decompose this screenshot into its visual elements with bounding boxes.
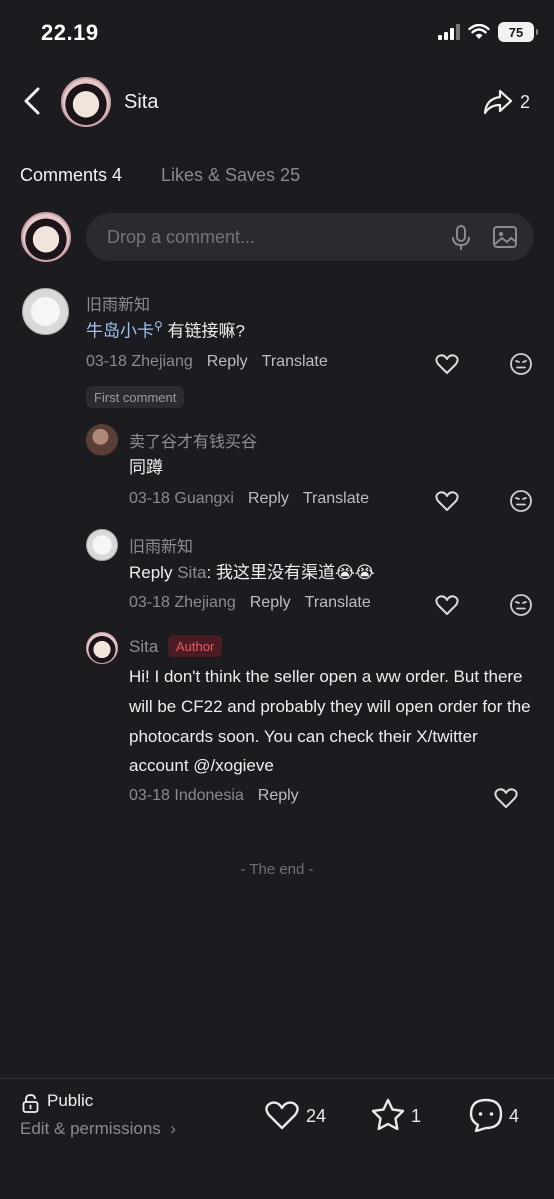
translate-button[interactable]: Translate <box>305 594 371 612</box>
like-heart-icon[interactable] <box>435 594 459 616</box>
back-arrow-icon[interactable] <box>20 86 46 116</box>
comment-location: Guangxi <box>174 490 234 507</box>
edit-permissions-label: Edit & permissions <box>20 1119 161 1138</box>
comment-meta: 03-18 Zhejiang Reply Translate <box>86 353 328 371</box>
comment-text: Reply Sita: 我这里没有渠道😭😭 <box>129 558 375 588</box>
comment-username[interactable]: 旧雨新知 <box>129 533 193 557</box>
comment-location: Indonesia <box>174 787 244 804</box>
comment-body: 同蹲 <box>129 458 163 477</box>
comment-date: 03-18 <box>129 787 170 804</box>
status-time: 22.19 <box>41 20 99 45</box>
comment-username[interactable]: 旧雨新知 <box>86 291 150 315</box>
chevron-right-icon: › <box>165 1119 176 1138</box>
share-icon[interactable] <box>482 88 514 116</box>
comment-date: 03-18 <box>129 594 170 611</box>
author-name[interactable]: Sita <box>124 91 158 114</box>
like-heart-icon[interactable] <box>494 787 518 809</box>
comment-date: 03-18 <box>86 353 127 370</box>
tab-comments[interactable]: Comments 4 <box>20 165 122 186</box>
comment-count: 4 <box>509 1106 520 1126</box>
edit-permissions-link[interactable]: Edit & permissions › <box>20 1119 176 1139</box>
reply-button[interactable]: Reply <box>258 787 299 805</box>
like-heart-icon[interactable] <box>435 353 459 375</box>
reply-prefix: Reply <box>129 563 173 582</box>
comment-meta: 03-18 Guangxi Reply Translate <box>129 490 369 508</box>
author-badge: Author <box>168 635 223 657</box>
share-count: 2 <box>520 92 531 112</box>
author-avatar[interactable] <box>61 77 111 127</box>
commenter-avatar[interactable] <box>86 529 118 561</box>
tab-likes-saves[interactable]: Likes & Saves 25 <box>161 165 300 186</box>
translate-button[interactable]: Translate <box>262 353 328 371</box>
commenter-avatar[interactable] <box>86 424 118 456</box>
comment-username[interactable]: 卖了谷才有钱买谷 <box>129 428 257 452</box>
reply-to-user[interactable]: Sita <box>177 563 206 582</box>
mention-link[interactable]: 牛岛小卡 <box>86 322 154 341</box>
comment-location: Zhejiang <box>131 353 193 370</box>
battery-indicator: 75 <box>498 22 538 42</box>
signal-icon <box>438 24 460 40</box>
emoji-reaction-icon[interactable] <box>509 352 533 376</box>
comment-username[interactable]: Sita <box>129 637 158 657</box>
emoji-reaction-icon[interactable] <box>509 489 533 513</box>
lock-icon <box>22 1094 39 1113</box>
reply-button[interactable]: Reply <box>207 353 248 371</box>
comment-date: 03-18 <box>129 490 170 507</box>
comment-bubble-icon[interactable] <box>468 1098 504 1132</box>
first-comment-tag: First comment <box>86 386 185 408</box>
wifi-icon <box>468 24 490 39</box>
comment-meta: 03-18 Indonesia Reply <box>129 787 299 805</box>
comment-location: Zhejiang <box>174 594 236 611</box>
reply-button[interactable]: Reply <box>250 594 291 612</box>
star-icon[interactable] <box>371 1098 405 1130</box>
reply-button[interactable]: Reply <box>248 490 289 508</box>
like-count: 24 <box>306 1106 327 1126</box>
like-heart-icon[interactable] <box>435 490 459 512</box>
emoji-reaction-icon[interactable] <box>509 593 533 617</box>
status-icons: 75 <box>438 22 538 42</box>
my-avatar <box>21 212 71 262</box>
commenter-avatar[interactable] <box>86 632 118 664</box>
commenter-avatar[interactable] <box>22 288 69 335</box>
like-heart-icon[interactable] <box>265 1100 299 1130</box>
microphone-icon[interactable] <box>451 225 471 251</box>
bottom-divider <box>0 1078 554 1079</box>
star-count: 1 <box>411 1106 422 1126</box>
comment-text: 牛岛小卡⚲ 有链接嘛? <box>86 316 245 346</box>
end-of-list: - The end - <box>240 861 314 878</box>
translate-button[interactable]: Translate <box>303 490 369 508</box>
comment-body: Hi! I don't think the seller open a ww o… <box>129 667 531 776</box>
image-icon[interactable] <box>492 225 518 249</box>
visibility-label[interactable]: Public <box>47 1091 93 1111</box>
mention-search-icon: ⚲ <box>154 319 163 333</box>
comment-meta: 03-18 Zhejiang Reply Translate <box>129 594 371 612</box>
comment-body: : 我这里没有渠道😭😭 <box>206 563 375 582</box>
comment-body: 有链接嘛? <box>167 321 245 341</box>
